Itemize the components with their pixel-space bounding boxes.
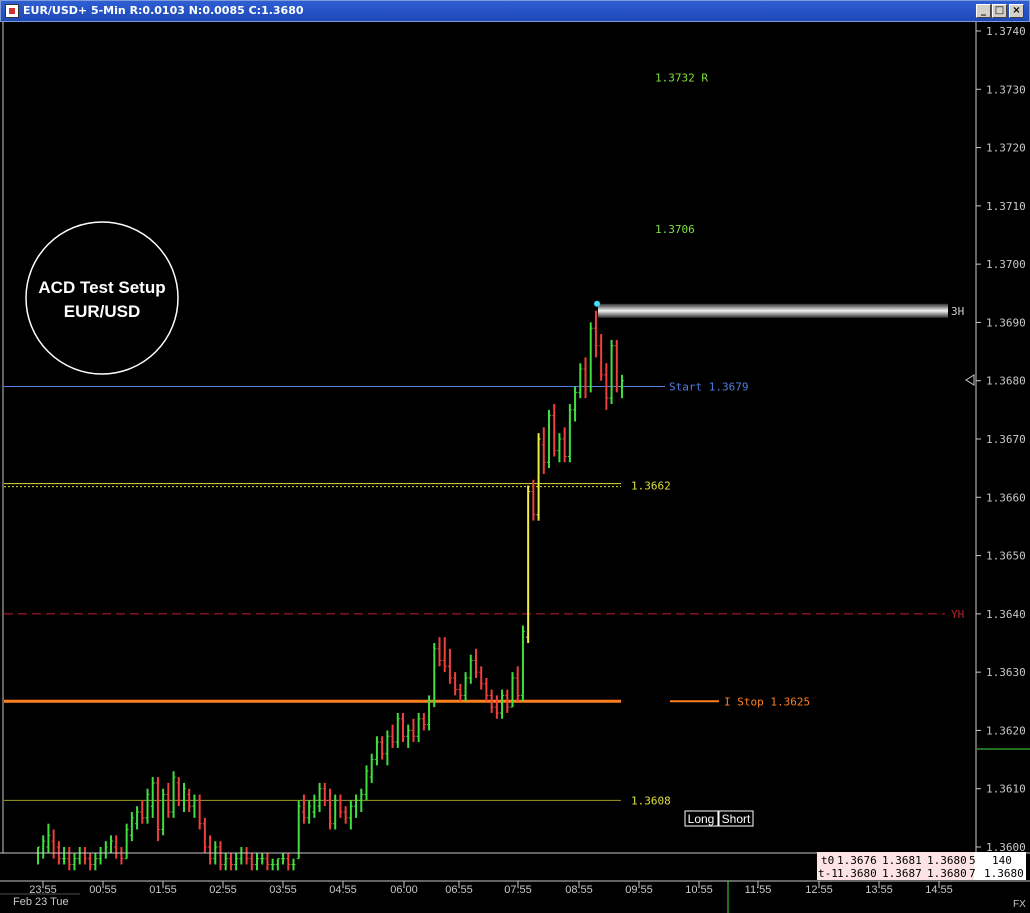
quote-row-0-open: 1.3676 — [837, 854, 877, 867]
level-label: 1.3662 — [631, 480, 671, 493]
quote-row-0-count: 5 — [969, 854, 976, 867]
quote-panel: t0 1.3676 1.3681 1.3680 5 140 t-1 1.3680… — [817, 852, 1026, 880]
minimize-icon[interactable]: _ — [976, 4, 991, 18]
price-tick-label: 1.3610 — [986, 783, 1026, 796]
time-tick-label: 06:55 — [445, 884, 473, 896]
price-tick-label: 1.3730 — [986, 83, 1026, 96]
high-marker-dot — [594, 300, 600, 307]
level-label: 3H — [951, 305, 964, 318]
level-label: YH — [951, 608, 964, 621]
quote-row-1-last: 1.3680 — [984, 867, 1024, 880]
time-tick-label: 14:55 — [925, 884, 953, 896]
time-tick-label: 11:55 — [745, 884, 772, 896]
level-label: 1.3732 R — [655, 72, 708, 85]
time-tick-label: 00:55 — [89, 884, 117, 896]
price-tick-label: 1.3660 — [986, 491, 1026, 504]
price-tick-label: 1.3740 — [986, 25, 1026, 38]
level-label: 1.3706 — [655, 223, 695, 236]
quote-row-1-label: t-1 — [818, 867, 838, 880]
long-button-label: Long — [688, 812, 715, 826]
quote-row-0-label: t0 — [821, 854, 834, 867]
time-tick-label: 07:55 — [504, 884, 532, 896]
chart-app-icon — [5, 4, 19, 18]
time-tick-label: 02:55 — [209, 884, 237, 896]
price-tick-label: 1.3640 — [986, 608, 1026, 621]
quote-row-0-close: 1.3680 — [927, 854, 967, 867]
short-button-label: Short — [722, 812, 751, 826]
quote-row-1-count: 7 — [969, 867, 976, 880]
long-button[interactable]: Long — [684, 810, 719, 827]
quote-row-1-open: 1.3680 — [837, 867, 877, 880]
window-title: EUR/USD+ 5-Min R:0.0103 N:0.0085 C:1.368… — [23, 4, 304, 17]
price-tick-label: 1.3670 — [986, 433, 1026, 446]
footer-fx-label: FX — [1013, 899, 1026, 910]
level-label: Start 1.3679 — [669, 381, 748, 394]
level-label: 1.3608 — [631, 794, 671, 807]
date-label: Feb 23 Tue — [13, 896, 69, 908]
price-tick-label: 1.3680 — [986, 375, 1026, 388]
time-tick-label: 13:55 — [865, 884, 893, 896]
level-label: 1.3706 — [655, 223, 695, 236]
setup-title: ACD Test Setup — [38, 278, 165, 297]
band-bar — [598, 303, 948, 318]
quote-row-1-high: 1.3687 — [882, 867, 922, 880]
quote-row-0-last: 140 — [992, 854, 1012, 867]
price-tick-label: 1.3720 — [986, 142, 1026, 155]
price-chart[interactable]: 1.3732 R 1.3706 3H Start 1.3679 1.3662 YH I St… — [0, 22, 1030, 913]
close-icon[interactable]: × — [1009, 4, 1024, 18]
quote-row-1-close: 1.3680 — [927, 867, 967, 880]
time-tick-label: 10:55 — [685, 884, 713, 896]
window-titlebar: EUR/USD+ 5-Min R:0.0103 N:0.0085 C:1.368… — [0, 0, 1030, 22]
time-tick-label: 06:00 — [390, 884, 418, 896]
price-tick-label: 1.3700 — [986, 258, 1026, 271]
time-tick-label: 03:55 — [269, 884, 297, 896]
time-tick-label: 09:55 — [625, 884, 653, 896]
chart-background — [0, 22, 1030, 913]
price-tick-label: 1.3650 — [986, 550, 1026, 563]
quote-row-0-high: 1.3681 — [882, 854, 922, 867]
time-tick-label: 04:55 — [329, 884, 357, 896]
level-label: 1.3732 R — [655, 72, 708, 85]
price-tick-label: 1.3710 — [986, 200, 1026, 213]
short-button[interactable]: Short — [718, 810, 754, 827]
maximize-icon[interactable]: □ — [992, 4, 1007, 18]
time-tick-label: 01:55 — [149, 884, 177, 896]
price-tick-label: 1.3690 — [986, 316, 1026, 329]
price-tick-label: 1.3630 — [986, 666, 1026, 679]
price-tick-label: 1.3620 — [986, 724, 1026, 737]
setup-symbol: EUR/USD — [64, 302, 141, 321]
level-label: I Stop 1.3625 — [724, 695, 810, 708]
time-tick-label: 08:55 — [565, 884, 593, 896]
time-tick-label: 12:55 — [805, 884, 833, 896]
